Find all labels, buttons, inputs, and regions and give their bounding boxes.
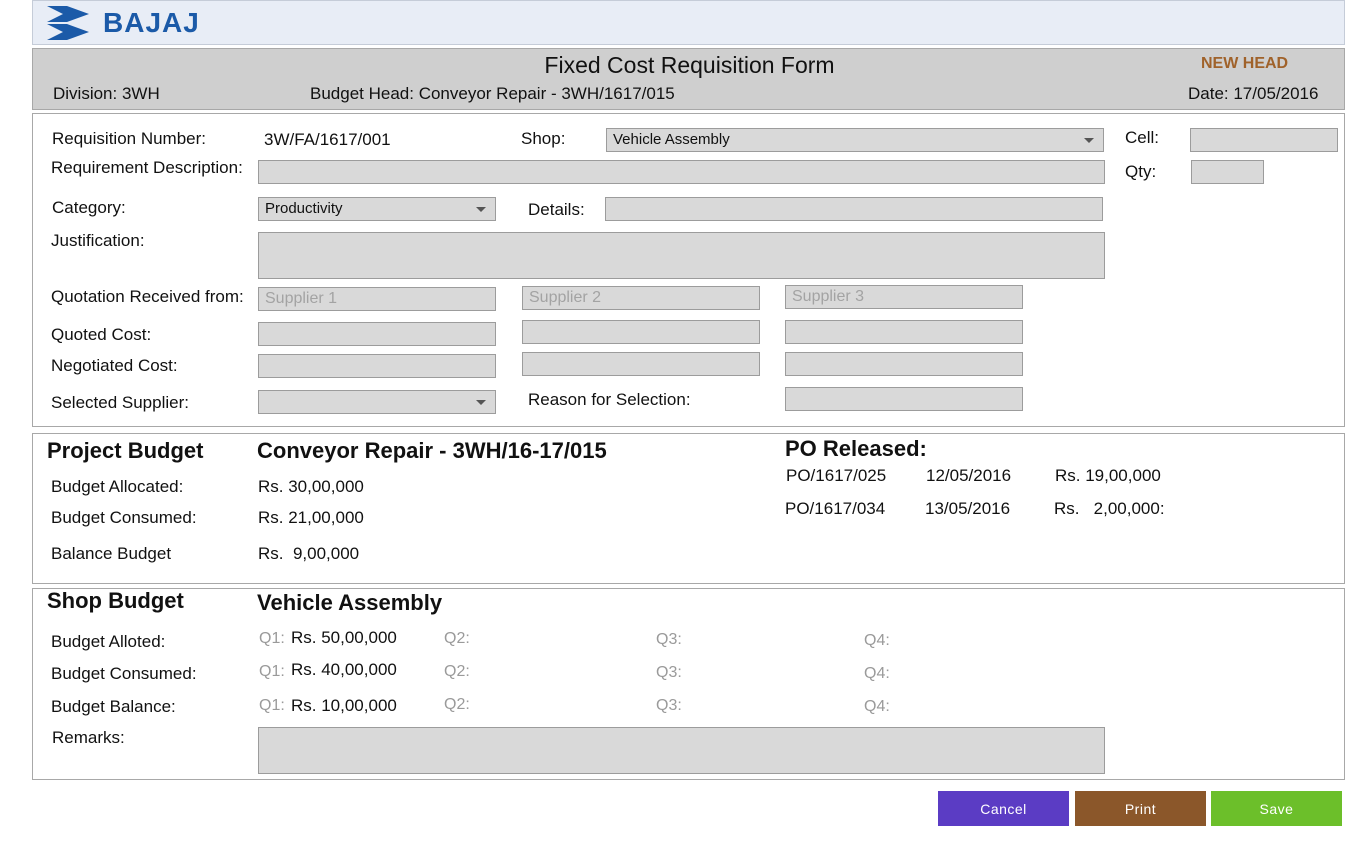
- reason-for-selection-label: Reason for Selection:: [528, 390, 691, 409]
- cell-label: Cell:: [1125, 128, 1160, 147]
- supplier-1-field[interactable]: [258, 287, 496, 311]
- selected-supplier-select[interactable]: [258, 390, 496, 414]
- po-amount: Rs. 2,00,000:: [1054, 499, 1165, 518]
- q3-label: Q3:: [656, 697, 682, 714]
- qty-label: Qty:: [1125, 162, 1157, 181]
- chevron-down-icon: [476, 400, 486, 405]
- shop-select-value: Vehicle Assembly: [613, 131, 730, 148]
- q1-label: Q1:: [259, 697, 285, 714]
- quoted-cost-label: Quoted Cost:: [51, 325, 152, 344]
- q1-label: Q1:: [259, 663, 285, 680]
- q3-label: Q3:: [656, 664, 682, 681]
- balance-budget-value: Rs. 9,00,000: [258, 544, 360, 563]
- po-date: 13/05/2016: [925, 499, 1011, 518]
- budget-head-label: Budget Head: Conveyor Repair - 3WH/1617/…: [310, 84, 675, 103]
- quoted-cost-1-field[interactable]: [258, 322, 496, 346]
- q3-label: Q3:: [656, 631, 682, 648]
- cell-field[interactable]: [1190, 128, 1338, 152]
- shop-budget-title: Shop Budget: [47, 588, 184, 613]
- quoted-cost-2-field[interactable]: [522, 320, 760, 344]
- justification-field[interactable]: [258, 232, 1105, 279]
- po-amount: Rs. 19,00,000: [1055, 466, 1161, 485]
- negotiated-cost-label: Negotiated Cost:: [51, 356, 178, 375]
- new-head-link[interactable]: NEW HEAD: [1201, 55, 1288, 73]
- chevron-down-icon: [476, 207, 486, 212]
- q1-value: Rs. 10,00,000: [291, 696, 397, 715]
- quoted-cost-3-field[interactable]: [785, 320, 1023, 344]
- q1-value: Rs. 50,00,000: [291, 628, 397, 647]
- project-budget-title: Project Budget: [47, 438, 204, 463]
- po-released-title: PO Released:: [785, 436, 927, 461]
- negotiated-cost-3-field[interactable]: [785, 352, 1023, 376]
- budget-consumed-label: Budget Consumed:: [51, 508, 197, 527]
- budget-consumed-label: Budget Consumed:: [51, 664, 197, 683]
- details-label: Details:: [528, 200, 585, 219]
- budget-allocated-value: Rs. 30,00,000: [258, 477, 364, 496]
- qty-field[interactable]: [1191, 160, 1264, 184]
- details-field[interactable]: [605, 197, 1103, 221]
- date-label: Date: 17/05/2016: [1188, 84, 1319, 103]
- budget-allocated-label: Budget Allocated:: [51, 477, 184, 496]
- cancel-button[interactable]: Cancel: [938, 791, 1069, 826]
- shop-budget-name: Vehicle Assembly: [257, 590, 443, 615]
- division-label: Division: 3WH: [53, 84, 160, 103]
- q2-label: Q2:: [444, 696, 470, 713]
- q4-label: Q4:: [864, 665, 890, 682]
- balance-budget-label: Balance Budget: [51, 544, 172, 563]
- negotiated-cost-2-field[interactable]: [522, 352, 760, 376]
- requisition-number-label: Requisition Number:: [52, 129, 207, 148]
- budget-alloted-label: Budget Alloted:: [51, 632, 166, 651]
- supplier-3-field[interactable]: [785, 285, 1023, 309]
- bajaj-logo-icon: [47, 6, 89, 40]
- remarks-field[interactable]: [258, 727, 1105, 774]
- chevron-down-icon: [1084, 138, 1094, 143]
- shop-select[interactable]: Vehicle Assembly: [606, 128, 1104, 152]
- negotiated-cost-1-field[interactable]: [258, 354, 496, 378]
- q1-value: Rs. 40,00,000: [291, 660, 397, 679]
- supplier-2-field[interactable]: [522, 286, 760, 310]
- page-title: Fixed Cost Requisition Form: [544, 52, 835, 78]
- category-select[interactable]: Productivity: [258, 197, 496, 221]
- po-number: PO/1617/034: [785, 499, 886, 518]
- selected-supplier-label: Selected Supplier:: [51, 393, 189, 412]
- q4-label: Q4:: [864, 698, 890, 715]
- brand-name: BAJAJ: [103, 7, 200, 38]
- justification-label: Justification:: [51, 231, 145, 250]
- save-button[interactable]: Save: [1211, 791, 1342, 826]
- po-number: PO/1617/025: [786, 466, 887, 485]
- requirement-description-label: Requirement Description:: [51, 158, 243, 177]
- q4-label: Q4:: [864, 632, 890, 649]
- q2-label: Q2:: [444, 630, 470, 647]
- remarks-label: Remarks:: [52, 728, 125, 747]
- q2-label: Q2:: [444, 663, 470, 680]
- logo-bar: BAJAJ: [32, 0, 1345, 45]
- q1-label: Q1:: [259, 630, 285, 647]
- category-label: Category:: [52, 198, 126, 217]
- category-select-value: Productivity: [265, 200, 343, 217]
- budget-consumed-value: Rs. 21,00,000: [258, 508, 364, 527]
- requirement-description-field[interactable]: [258, 160, 1105, 184]
- reason-for-selection-field[interactable]: [785, 387, 1023, 411]
- shop-label: Shop:: [521, 129, 566, 148]
- quotation-received-label: Quotation Received from:: [51, 287, 244, 306]
- budget-balance-label: Budget Balance:: [51, 697, 176, 716]
- po-date: 12/05/2016: [926, 466, 1012, 485]
- requisition-number-value: 3W/FA/1617/001: [264, 130, 391, 149]
- print-button[interactable]: Print: [1075, 791, 1206, 826]
- project-budget-name: Conveyor Repair - 3WH/16-17/015: [257, 438, 607, 463]
- form-header: Fixed Cost Requisition Form NEW HEAD Div…: [32, 48, 1345, 110]
